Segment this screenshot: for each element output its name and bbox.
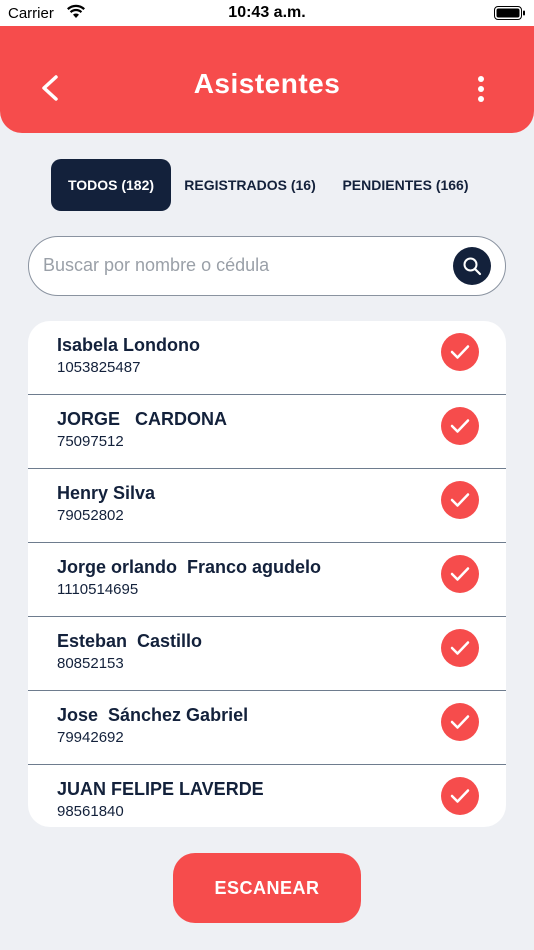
page-title: Asistentes [193, 68, 341, 99]
list-item[interactable]: JUAN FELIPE LAVERDE 98561840 [28, 765, 506, 827]
list-item[interactable]: Esteban Castillo 80852153 [28, 617, 506, 691]
tab-pendientes[interactable]: PENDIENTES (166) [333, 159, 478, 211]
attendee-id: 98561840 [57, 803, 124, 820]
attendee-id: 1053825487 [57, 359, 141, 376]
search-bar [28, 236, 506, 296]
status-bar: Carrier 10:43 a.m. [0, 0, 534, 26]
more-vertical-icon[interactable] [470, 74, 492, 106]
search-input[interactable] [43, 237, 443, 294]
list-item[interactable]: Henry Silva 79052802 [28, 469, 506, 543]
attendee-id: 75097512 [57, 433, 124, 450]
tab-todos[interactable]: TODOS (182) [51, 159, 171, 211]
scan-button[interactable]: ESCANEAR [173, 853, 361, 923]
attendee-name: Jose Sánchez Gabriel [57, 705, 249, 725]
registered-check-icon [441, 333, 479, 371]
attendee-list: Isabela Londono 1053825487 JORGE CARDONA… [28, 321, 506, 827]
search-button[interactable] [453, 247, 491, 285]
attendee-name: JUAN FELIPE LAVERDE [57, 779, 264, 799]
registered-check-icon [441, 629, 479, 667]
filter-tabs: TODOS (182) REGISTRADOS (16) PENDIENTES … [0, 159, 534, 211]
attendee-id: 79942692 [57, 729, 124, 746]
registered-check-icon [441, 555, 479, 593]
clock: 10:43 a.m. [228, 4, 306, 21]
attendee-name: Jorge orlando Franco agudelo [57, 557, 322, 577]
attendee-id: 79052802 [57, 507, 124, 524]
registered-check-icon [441, 777, 479, 815]
search-icon [463, 257, 482, 276]
registered-check-icon [441, 481, 479, 519]
attendee-id: 80852153 [57, 655, 124, 672]
registered-check-icon [441, 407, 479, 445]
list-item[interactable]: JORGE CARDONA 75097512 [28, 395, 506, 469]
app-header: Asistentes [0, 26, 534, 133]
attendee-name: Esteban Castillo [57, 631, 203, 651]
attendee-name: Henry Silva [57, 483, 156, 503]
attendee-name: JORGE CARDONA [57, 409, 228, 429]
attendee-id: 1110514695 [57, 581, 139, 598]
list-item[interactable]: Isabela Londono 1053825487 [28, 321, 506, 395]
list-item[interactable]: Jose Sánchez Gabriel 79942692 [28, 691, 506, 765]
registered-check-icon [441, 703, 479, 741]
tab-registrados[interactable]: REGISTRADOS (16) [177, 159, 323, 211]
attendee-name: Isabela Londono [57, 335, 201, 355]
battery-icon [494, 6, 525, 20]
list-item[interactable]: Jorge orlando Franco agudelo 1110514695 [28, 543, 506, 617]
